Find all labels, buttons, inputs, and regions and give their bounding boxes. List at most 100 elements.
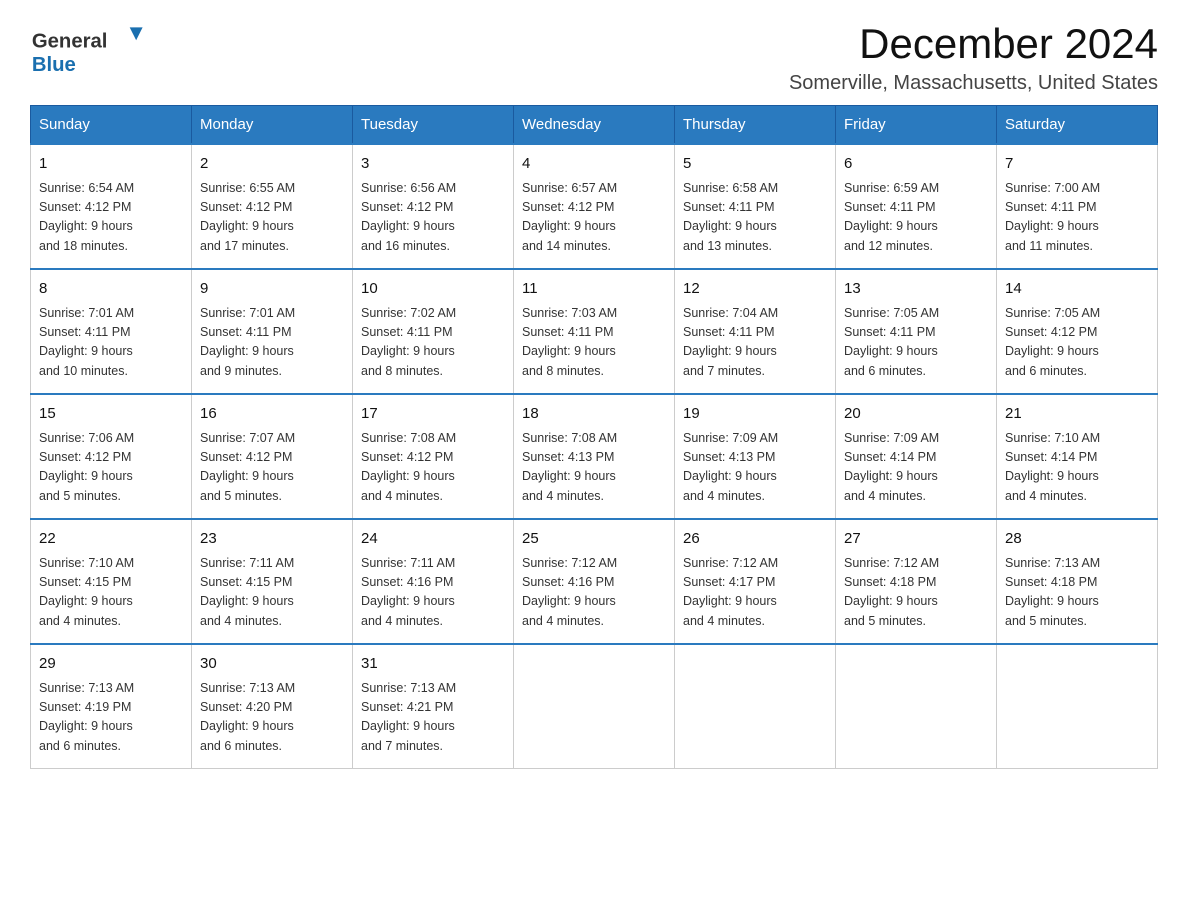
calendar-cell: 15Sunrise: 7:06 AMSunset: 4:12 PMDayligh… [31, 394, 192, 519]
calendar-week-row: 8 Sunrise: 7:01 AMSunset: 4:11 PMDaylight… [31, 269, 1158, 394]
day-info: Sunrise: 7:09 AMSunset: 4:14 PMDaylight:… [844, 429, 988, 507]
header-monday: Monday [192, 106, 353, 145]
day-number: 22 [39, 528, 183, 551]
day-info: Sunrise: 7:10 AMSunset: 4:15 PMDaylight:… [39, 554, 183, 632]
calendar-table: SundayMondayTuesdayWednesdayThursdayFrid… [30, 105, 1158, 769]
day-number: 31 [361, 653, 505, 676]
header-wednesday: Wednesday [514, 106, 675, 145]
calendar-cell: 16Sunrise: 7:07 AMSunset: 4:12 PMDayligh… [192, 394, 353, 519]
day-number: 13 [844, 278, 988, 301]
header-thursday: Thursday [675, 106, 836, 145]
logo-svg: General Blue [30, 20, 150, 80]
calendar-week-row: 1 Sunrise: 6:54 AMSunset: 4:12 PMDaylight… [31, 144, 1158, 269]
calendar-cell: 3 Sunrise: 6:56 AMSunset: 4:12 PMDaylight… [353, 144, 514, 269]
calendar-cell: 26 Sunrise: 7:12 AMSunset: 4:17 PMDayligh… [675, 519, 836, 644]
calendar-week-row: 22 Sunrise: 7:10 AMSunset: 4:15 PMDayligh… [31, 519, 1158, 644]
calendar-cell: 4 Sunrise: 6:57 AMSunset: 4:12 PMDaylight… [514, 144, 675, 269]
day-info: Sunrise: 7:05 AMSunset: 4:11 PMDaylight:… [844, 304, 988, 382]
day-info: Sunrise: 7:12 AMSunset: 4:17 PMDaylight:… [683, 554, 827, 632]
day-info: Sunrise: 7:11 AMSunset: 4:16 PMDaylight:… [361, 554, 505, 632]
calendar-cell: 25 Sunrise: 7:12 AMSunset: 4:16 PMDayligh… [514, 519, 675, 644]
calendar-cell: 23Sunrise: 7:11 AMSunset: 4:15 PMDayligh… [192, 519, 353, 644]
calendar-cell: 27 Sunrise: 7:12 AMSunset: 4:18 PMDayligh… [836, 519, 997, 644]
day-info: Sunrise: 7:13 AMSunset: 4:20 PMDaylight:… [200, 679, 344, 757]
day-info: Sunrise: 7:13 AMSunset: 4:21 PMDaylight:… [361, 679, 505, 757]
header-saturday: Saturday [997, 106, 1158, 145]
day-number: 14 [1005, 278, 1149, 301]
day-info: Sunrise: 7:08 AMSunset: 4:13 PMDaylight:… [522, 429, 666, 507]
day-number: 28 [1005, 528, 1149, 551]
calendar-subtitle: Somerville, Massachusetts, United States [789, 72, 1158, 95]
day-number: 16 [200, 403, 344, 426]
day-number: 1 [39, 153, 183, 176]
day-info: Sunrise: 6:57 AMSunset: 4:12 PMDaylight:… [522, 179, 666, 257]
day-info: Sunrise: 7:06 AMSunset: 4:12 PMDaylight:… [39, 429, 183, 507]
day-info: Sunrise: 7:09 AMSunset: 4:13 PMDaylight:… [683, 429, 827, 507]
day-number: 11 [522, 278, 666, 301]
calendar-week-row: 15Sunrise: 7:06 AMSunset: 4:12 PMDayligh… [31, 394, 1158, 519]
calendar-cell [675, 644, 836, 769]
svg-text:General: General [32, 31, 108, 53]
calendar-cell: 13 Sunrise: 7:05 AMSunset: 4:11 PMDayligh… [836, 269, 997, 394]
calendar-cell: 29Sunrise: 7:13 AMSunset: 4:19 PMDayligh… [31, 644, 192, 769]
day-info: Sunrise: 7:03 AMSunset: 4:11 PMDaylight:… [522, 304, 666, 382]
day-info: Sunrise: 6:55 AMSunset: 4:12 PMDaylight:… [200, 179, 344, 257]
calendar-cell: 30 Sunrise: 7:13 AMSunset: 4:20 PMDayligh… [192, 644, 353, 769]
calendar-cell [836, 644, 997, 769]
calendar-cell: 8Sunrise: 7:01 AMSunset: 4:11 PMDaylight… [31, 269, 192, 394]
header-tuesday: Tuesday [353, 106, 514, 145]
day-number: 4 [522, 153, 666, 176]
day-info: Sunrise: 7:08 AMSunset: 4:12 PMDaylight:… [361, 429, 505, 507]
calendar-cell: 31 Sunrise: 7:13 AMSunset: 4:21 PMDayligh… [353, 644, 514, 769]
calendar-cell: 12Sunrise: 7:04 AMSunset: 4:11 PMDayligh… [675, 269, 836, 394]
calendar-cell: 18Sunrise: 7:08 AMSunset: 4:13 PMDayligh… [514, 394, 675, 519]
day-info: Sunrise: 7:05 AMSunset: 4:12 PMDaylight:… [1005, 304, 1149, 382]
logo: General Blue [30, 20, 150, 80]
calendar-cell: 2 Sunrise: 6:55 AMSunset: 4:12 PMDaylight… [192, 144, 353, 269]
calendar-cell: 10Sunrise: 7:02 AMSunset: 4:11 PMDayligh… [353, 269, 514, 394]
calendar-week-row: 29Sunrise: 7:13 AMSunset: 4:19 PMDayligh… [31, 644, 1158, 769]
calendar-header-row: SundayMondayTuesdayWednesdayThursdayFrid… [31, 106, 1158, 145]
calendar-cell: 7 Sunrise: 7:00 AMSunset: 4:11 PMDaylight… [997, 144, 1158, 269]
day-info: Sunrise: 7:10 AMSunset: 4:14 PMDaylight:… [1005, 429, 1149, 507]
day-info: Sunrise: 7:00 AMSunset: 4:11 PMDaylight:… [1005, 179, 1149, 257]
header-sunday: Sunday [31, 106, 192, 145]
calendar-cell: 1 Sunrise: 6:54 AMSunset: 4:12 PMDaylight… [31, 144, 192, 269]
calendar-cell: 20 Sunrise: 7:09 AMSunset: 4:14 PMDayligh… [836, 394, 997, 519]
day-number: 21 [1005, 403, 1149, 426]
page-header: General Blue December 2024 Somerville, M… [30, 20, 1158, 95]
day-number: 29 [39, 653, 183, 676]
day-info: Sunrise: 7:13 AMSunset: 4:18 PMDaylight:… [1005, 554, 1149, 632]
calendar-cell: 14 Sunrise: 7:05 AMSunset: 4:12 PMDayligh… [997, 269, 1158, 394]
day-info: Sunrise: 6:56 AMSunset: 4:12 PMDaylight:… [361, 179, 505, 257]
day-number: 12 [683, 278, 827, 301]
day-info: Sunrise: 7:12 AMSunset: 4:16 PMDaylight:… [522, 554, 666, 632]
day-number: 23 [200, 528, 344, 551]
day-info: Sunrise: 6:59 AMSunset: 4:11 PMDaylight:… [844, 179, 988, 257]
day-number: 27 [844, 528, 988, 551]
calendar-cell: 6Sunrise: 6:59 AMSunset: 4:11 PMDaylight… [836, 144, 997, 269]
title-block: December 2024 Somerville, Massachusetts,… [789, 20, 1158, 95]
calendar-cell: 21 Sunrise: 7:10 AMSunset: 4:14 PMDayligh… [997, 394, 1158, 519]
day-number: 9 [200, 278, 344, 301]
day-number: 26 [683, 528, 827, 551]
day-number: 19 [683, 403, 827, 426]
day-number: 7 [1005, 153, 1149, 176]
day-number: 30 [200, 653, 344, 676]
day-number: 3 [361, 153, 505, 176]
header-friday: Friday [836, 106, 997, 145]
calendar-title: December 2024 [789, 20, 1158, 68]
day-number: 2 [200, 153, 344, 176]
calendar-cell [514, 644, 675, 769]
calendar-cell: 28 Sunrise: 7:13 AMSunset: 4:18 PMDayligh… [997, 519, 1158, 644]
day-info: Sunrise: 7:12 AMSunset: 4:18 PMDaylight:… [844, 554, 988, 632]
day-info: Sunrise: 7:01 AMSunset: 4:11 PMDaylight:… [200, 304, 344, 382]
day-info: Sunrise: 6:58 AMSunset: 4:11 PMDaylight:… [683, 179, 827, 257]
day-number: 25 [522, 528, 666, 551]
day-number: 24 [361, 528, 505, 551]
day-info: Sunrise: 6:54 AMSunset: 4:12 PMDaylight:… [39, 179, 183, 257]
calendar-cell: 22 Sunrise: 7:10 AMSunset: 4:15 PMDayligh… [31, 519, 192, 644]
calendar-cell: 24 Sunrise: 7:11 AMSunset: 4:16 PMDayligh… [353, 519, 514, 644]
day-number: 8 [39, 278, 183, 301]
day-number: 20 [844, 403, 988, 426]
